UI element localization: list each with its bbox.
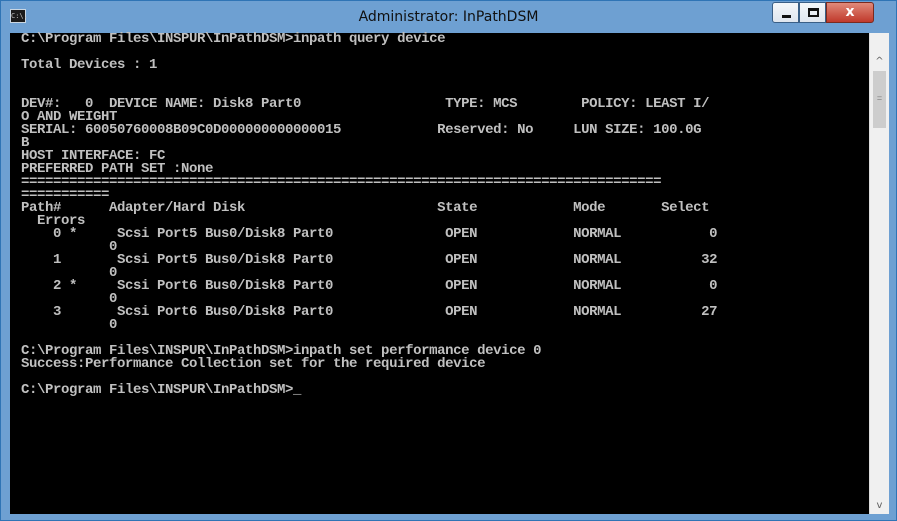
console-output-area[interactable]: C:\Program Files\INSPUR\InPathDSM>inpath… xyxy=(10,31,881,514)
console-text: C:\Program Files\INSPUR\InPathDSM>inpath… xyxy=(21,31,881,398)
minimize-icon xyxy=(782,15,791,18)
close-icon: x xyxy=(845,4,855,20)
title-bar[interactable]: C:\. Administrator: InPathDSM x xyxy=(1,1,896,33)
console-line: 2 * Scsi Port6 Bus0/Disk8 Part0 OPEN NOR… xyxy=(21,278,718,294)
console-line: SERIAL: 60050760008B09C0D000000000000015… xyxy=(21,122,702,138)
window-title: Administrator: InPathDSM xyxy=(358,9,539,25)
console-line: ========================================… xyxy=(21,174,662,190)
scroll-down-icon[interactable]: v xyxy=(870,497,889,514)
scroll-up-icon[interactable]: ^ xyxy=(870,53,889,70)
console-line: Total Devices : 1 xyxy=(21,57,158,73)
close-button[interactable]: x xyxy=(826,2,874,23)
console-line: 1 Scsi Port5 Bus0/Disk8 Part0 OPEN NORMA… xyxy=(21,252,718,268)
minimize-button[interactable] xyxy=(772,2,799,23)
console-line: 3 Scsi Port6 Bus0/Disk8 Part0 OPEN NORMA… xyxy=(21,304,718,320)
console-line: 0 xyxy=(21,317,118,333)
console-window: C:\. Administrator: InPathDSM x C:\Progr… xyxy=(0,0,897,521)
maximize-button[interactable] xyxy=(799,2,826,23)
maximize-icon xyxy=(808,8,819,17)
console-line: C:\Program Files\INSPUR\InPathDSM>inpath… xyxy=(21,31,446,47)
console-line: C:\Program Files\INSPUR\InPathDSM>_ xyxy=(21,382,302,398)
console-line: DEV#: 0 DEVICE NAME: Disk8 Part0 TYPE: M… xyxy=(21,96,710,112)
console-line: 0 * Scsi Port5 Bus0/Disk8 Part0 OPEN NOR… xyxy=(21,226,718,242)
vertical-scrollbar[interactable]: ^ = v xyxy=(869,33,889,514)
console-line: Path# Adapter/Hard Disk State Mode Selec… xyxy=(21,200,710,216)
console-line: Success:Performance Collection set for t… xyxy=(21,356,486,372)
scroll-thumb[interactable]: = xyxy=(873,71,886,128)
scroll-grip-icon: = xyxy=(876,93,883,103)
